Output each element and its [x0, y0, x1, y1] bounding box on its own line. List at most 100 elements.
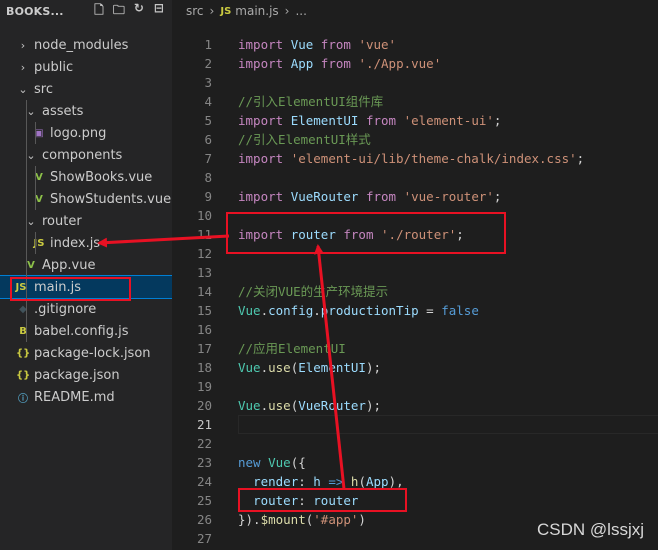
tree-item-label: logo.png: [50, 125, 107, 141]
code-token: use: [268, 398, 291, 413]
explorer-title: BOOKS...: [6, 4, 64, 18]
code-editor[interactable]: src › JS main.js › ... 1 import Vue from …: [172, 0, 658, 550]
code-text: Vue.use(ElementUI);: [238, 358, 381, 377]
code-token: Vue: [238, 303, 261, 318]
chevron-right-icon[interactable]: ›: [16, 39, 30, 52]
code-token: ),: [388, 474, 404, 489]
code-token: import: [238, 37, 291, 52]
code-line[interactable]: 19: [172, 377, 658, 396]
babel-file-icon: B: [19, 325, 27, 337]
indent-guide: [35, 232, 36, 254]
code-text: import VueRouter from 'vue-router';: [238, 187, 501, 206]
code-line[interactable]: 9 import VueRouter from 'vue-router';: [172, 187, 658, 206]
code-token: from: [365, 113, 404, 128]
code-token: ): [358, 512, 366, 527]
code-line[interactable]: 2 import App from './App.vue': [172, 54, 658, 73]
code-token: 'vue': [358, 37, 397, 52]
tree-item-label: node_modules: [34, 37, 129, 53]
code-token: ElementUI: [298, 360, 366, 375]
code-token: ;: [576, 151, 585, 166]
code-token: );: [365, 360, 382, 375]
code-text: Vue.use(VueRouter);: [238, 396, 381, 415]
breadcrumb-folder[interactable]: src: [186, 4, 204, 18]
line-number: 15: [196, 303, 212, 318]
code-token: productionTip: [320, 303, 419, 318]
tree-item-public[interactable]: › public: [0, 56, 172, 78]
code-token: from: [320, 37, 359, 52]
tree-item-package-lock-json[interactable]: {} package-lock.json: [0, 342, 172, 364]
code-line[interactable]: 5 import ElementUI from 'element-ui';: [172, 111, 658, 130]
code-token: Vue: [238, 360, 261, 375]
line-number: 18: [196, 360, 212, 375]
annotation-box-router-option: [238, 488, 407, 512]
code-token: '#app': [313, 512, 359, 527]
tree-item-package-json[interactable]: {} package.json: [0, 364, 172, 386]
collapse-all-icon[interactable]: ⊟: [152, 1, 166, 22]
code-line[interactable]: 1 import Vue from 'vue': [172, 35, 658, 54]
code-line[interactable]: 17 //应用ElementUI: [172, 339, 658, 358]
code-token: =>: [320, 474, 351, 489]
tree-item-node-modules[interactable]: › node_modules: [0, 34, 172, 56]
breadcrumb-file[interactable]: main.js: [235, 4, 278, 18]
code-text: import 'element-ui/lib/theme-chalk/index…: [238, 149, 584, 168]
code-line[interactable]: 22: [172, 434, 658, 453]
code-line[interactable]: 16: [172, 320, 658, 339]
tree-item-label: package.json: [34, 367, 120, 383]
refresh-icon[interactable]: ↻: [132, 1, 146, 22]
code-token: :: [298, 474, 314, 489]
code-line[interactable]: 15 Vue.config.productionTip = false: [172, 301, 658, 320]
code-line[interactable]: 8: [172, 168, 658, 187]
code-line[interactable]: 3: [172, 73, 658, 92]
code-line[interactable]: 7 import 'element-ui/lib/theme-chalk/inde…: [172, 149, 658, 168]
code-token: config: [268, 303, 314, 318]
code-token: new: [238, 455, 269, 470]
tree-item-label: index.js: [50, 235, 101, 251]
line-number: 14: [196, 284, 212, 299]
code-token: 'element-ui/lib/theme-chalk/index.css': [290, 151, 577, 166]
code-token: import: [238, 151, 291, 166]
tree-item-src[interactable]: ⌄ src: [0, 78, 172, 100]
code-token: use: [268, 360, 291, 375]
code-token: $mount: [260, 512, 306, 527]
code-token: render: [253, 474, 299, 489]
code-line[interactable]: 18 Vue.use(ElementUI);: [172, 358, 658, 377]
code-token: 'element-ui': [403, 113, 494, 128]
code-token: //引入ElementUI组件库: [238, 94, 384, 109]
code-line[interactable]: 14 //关闭VUE的生产环境提示: [172, 282, 658, 301]
tree-item-readme-md[interactable]: ⓘ README.md: [0, 386, 172, 408]
code-line[interactable]: 13: [172, 263, 658, 282]
code-token: import: [238, 189, 291, 204]
chevron-right-icon: ›: [209, 4, 215, 18]
code-line[interactable]: 23 new Vue({: [172, 453, 658, 472]
code-token: import: [238, 56, 291, 71]
code-token: //应用ElementUI: [238, 341, 346, 356]
code-line[interactable]: 21: [172, 415, 658, 434]
code-line[interactable]: 6 //引入ElementUI样式: [172, 130, 658, 149]
code-token: .: [313, 303, 321, 318]
code-text: import App from './App.vue': [238, 54, 441, 73]
line-number: 25: [196, 493, 212, 508]
code-line[interactable]: 4 //引入ElementUI组件库: [172, 92, 658, 111]
tree-item-label: router: [42, 213, 82, 229]
explorer-header: BOOKS... 🗋 🗀 ↻ ⊟: [0, 0, 172, 22]
indent-guide: [35, 166, 36, 210]
line-number: 17: [196, 341, 212, 356]
json-file-icon: {}: [16, 369, 31, 381]
line-number: 21: [196, 417, 212, 432]
code-token: }).: [238, 512, 261, 527]
code-line[interactable]: 20 Vue.use(VueRouter);: [172, 396, 658, 415]
code-token: from: [365, 189, 404, 204]
chevron-down-icon[interactable]: ⌄: [16, 83, 30, 96]
indent-guide: [35, 122, 36, 144]
code-token: App: [365, 474, 389, 489]
indent-guide: [26, 100, 27, 342]
new-file-icon[interactable]: 🗋: [92, 1, 106, 22]
new-folder-icon[interactable]: 🗀: [112, 1, 126, 22]
chevron-right-icon[interactable]: ›: [16, 61, 30, 74]
code-token: 'vue-router': [403, 189, 494, 204]
breadcrumb-symbol[interactable]: ...: [295, 4, 306, 18]
info-file-icon: ⓘ: [18, 393, 28, 405]
code-token: VueRouter: [298, 398, 366, 413]
code-token: false: [441, 303, 479, 318]
code-token: h: [313, 474, 321, 489]
